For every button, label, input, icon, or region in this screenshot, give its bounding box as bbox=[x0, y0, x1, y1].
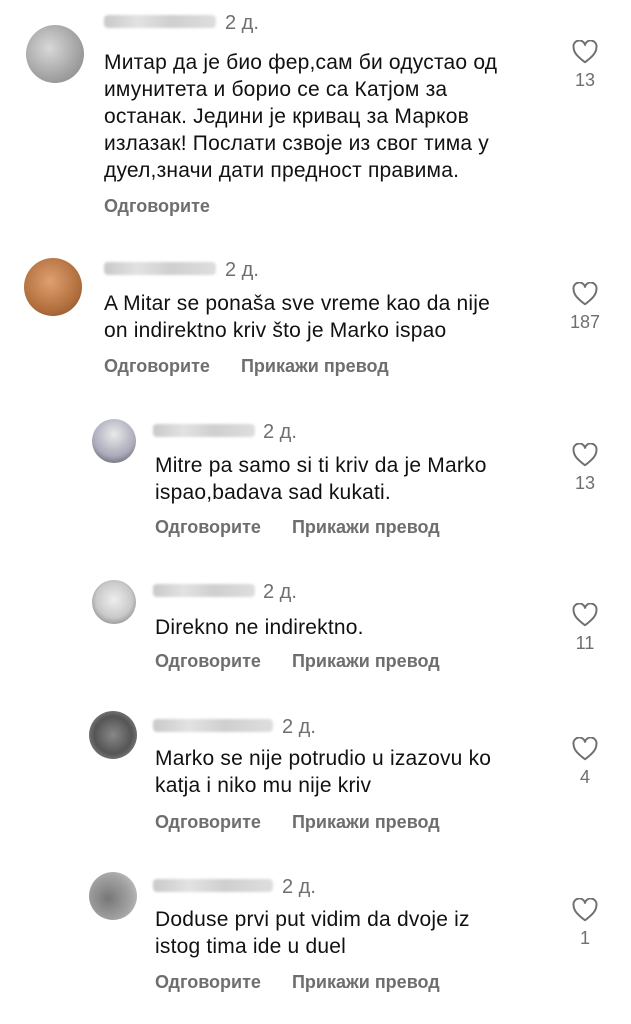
username-redacted[interactable] bbox=[104, 15, 216, 28]
reply-button[interactable]: Одговорите bbox=[155, 517, 261, 537]
like-count: 187 bbox=[569, 312, 601, 332]
avatar[interactable] bbox=[89, 872, 137, 920]
comment-text: Митар да је био фер,сам би одустао од им… bbox=[104, 51, 498, 182]
comment-text: Marko se nije potrudio u izazovu ko katj… bbox=[155, 747, 492, 797]
comment-time: 2 д. bbox=[282, 876, 316, 898]
username-redacted[interactable] bbox=[104, 262, 216, 275]
username-redacted[interactable] bbox=[153, 719, 273, 732]
comment-actions: Одговорите Прикажи превод bbox=[155, 812, 466, 833]
reply-button[interactable]: Одговорите bbox=[155, 812, 261, 832]
comment-time: 2 д. bbox=[225, 259, 259, 281]
heart-icon[interactable] bbox=[572, 737, 598, 761]
show-translation-button[interactable]: Прикажи превод bbox=[292, 812, 440, 832]
like-count: 13 bbox=[574, 473, 596, 493]
heart-icon[interactable] bbox=[572, 40, 598, 64]
show-translation-button[interactable]: Прикажи превод bbox=[292, 972, 440, 992]
comment-time: 2 д. bbox=[225, 12, 259, 34]
comment-actions: Одговорите Прикажи превод bbox=[155, 972, 466, 993]
like-control: 187 bbox=[565, 282, 605, 333]
like-control: 13 bbox=[565, 40, 605, 91]
avatar[interactable] bbox=[92, 419, 136, 463]
avatar[interactable] bbox=[24, 258, 82, 316]
comment-time: 2 д. bbox=[263, 421, 297, 443]
reply-button[interactable]: Одговорите bbox=[104, 356, 210, 376]
reply-button[interactable]: Одговорите bbox=[155, 972, 261, 992]
comment-time: 2 д. bbox=[282, 716, 316, 738]
reply-button[interactable]: Одговорите bbox=[104, 196, 210, 216]
like-control: 13 bbox=[565, 443, 605, 494]
comment-actions: Одговорите bbox=[104, 196, 236, 217]
comment-actions: Одговорите Прикажи превод bbox=[155, 517, 466, 538]
show-translation-button[interactable]: Прикажи превод bbox=[292, 517, 440, 537]
like-control: 11 bbox=[565, 603, 605, 654]
comment-time: 2 д. bbox=[263, 581, 297, 603]
comment-actions: Одговорите Прикажи превод bbox=[104, 356, 415, 377]
like-control: 1 bbox=[565, 898, 605, 949]
username-redacted[interactable] bbox=[153, 879, 273, 892]
heart-icon[interactable] bbox=[572, 443, 598, 467]
heart-icon[interactable] bbox=[572, 898, 598, 922]
reply-button[interactable]: Одговорите bbox=[155, 651, 261, 671]
comment-text: Mitre pa samo si ti kriv da je Marko isp… bbox=[155, 454, 487, 504]
like-count: 11 bbox=[575, 633, 595, 653]
heart-icon[interactable] bbox=[572, 603, 598, 627]
like-count: 1 bbox=[579, 928, 590, 948]
avatar[interactable] bbox=[92, 580, 136, 624]
show-translation-button[interactable]: Прикажи превод bbox=[241, 356, 389, 376]
comment-actions: Одговорите Прикажи превод bbox=[155, 651, 466, 672]
like-count: 13 bbox=[574, 70, 596, 90]
like-count: 4 bbox=[579, 767, 590, 787]
show-translation-button[interactable]: Прикажи превод bbox=[292, 651, 440, 671]
username-redacted[interactable] bbox=[153, 584, 255, 597]
comment-text: A Mitar se ponaša sve vreme kao da nije … bbox=[104, 292, 490, 342]
avatar[interactable] bbox=[89, 711, 137, 759]
like-control: 4 bbox=[565, 737, 605, 788]
comment-text: Doduse prvi put vidim da dvoje iz istog … bbox=[155, 908, 470, 958]
heart-icon[interactable] bbox=[572, 282, 598, 306]
avatar[interactable] bbox=[26, 25, 84, 83]
comment-text: Direkno ne indirektno. bbox=[155, 616, 364, 639]
username-redacted[interactable] bbox=[153, 424, 255, 437]
